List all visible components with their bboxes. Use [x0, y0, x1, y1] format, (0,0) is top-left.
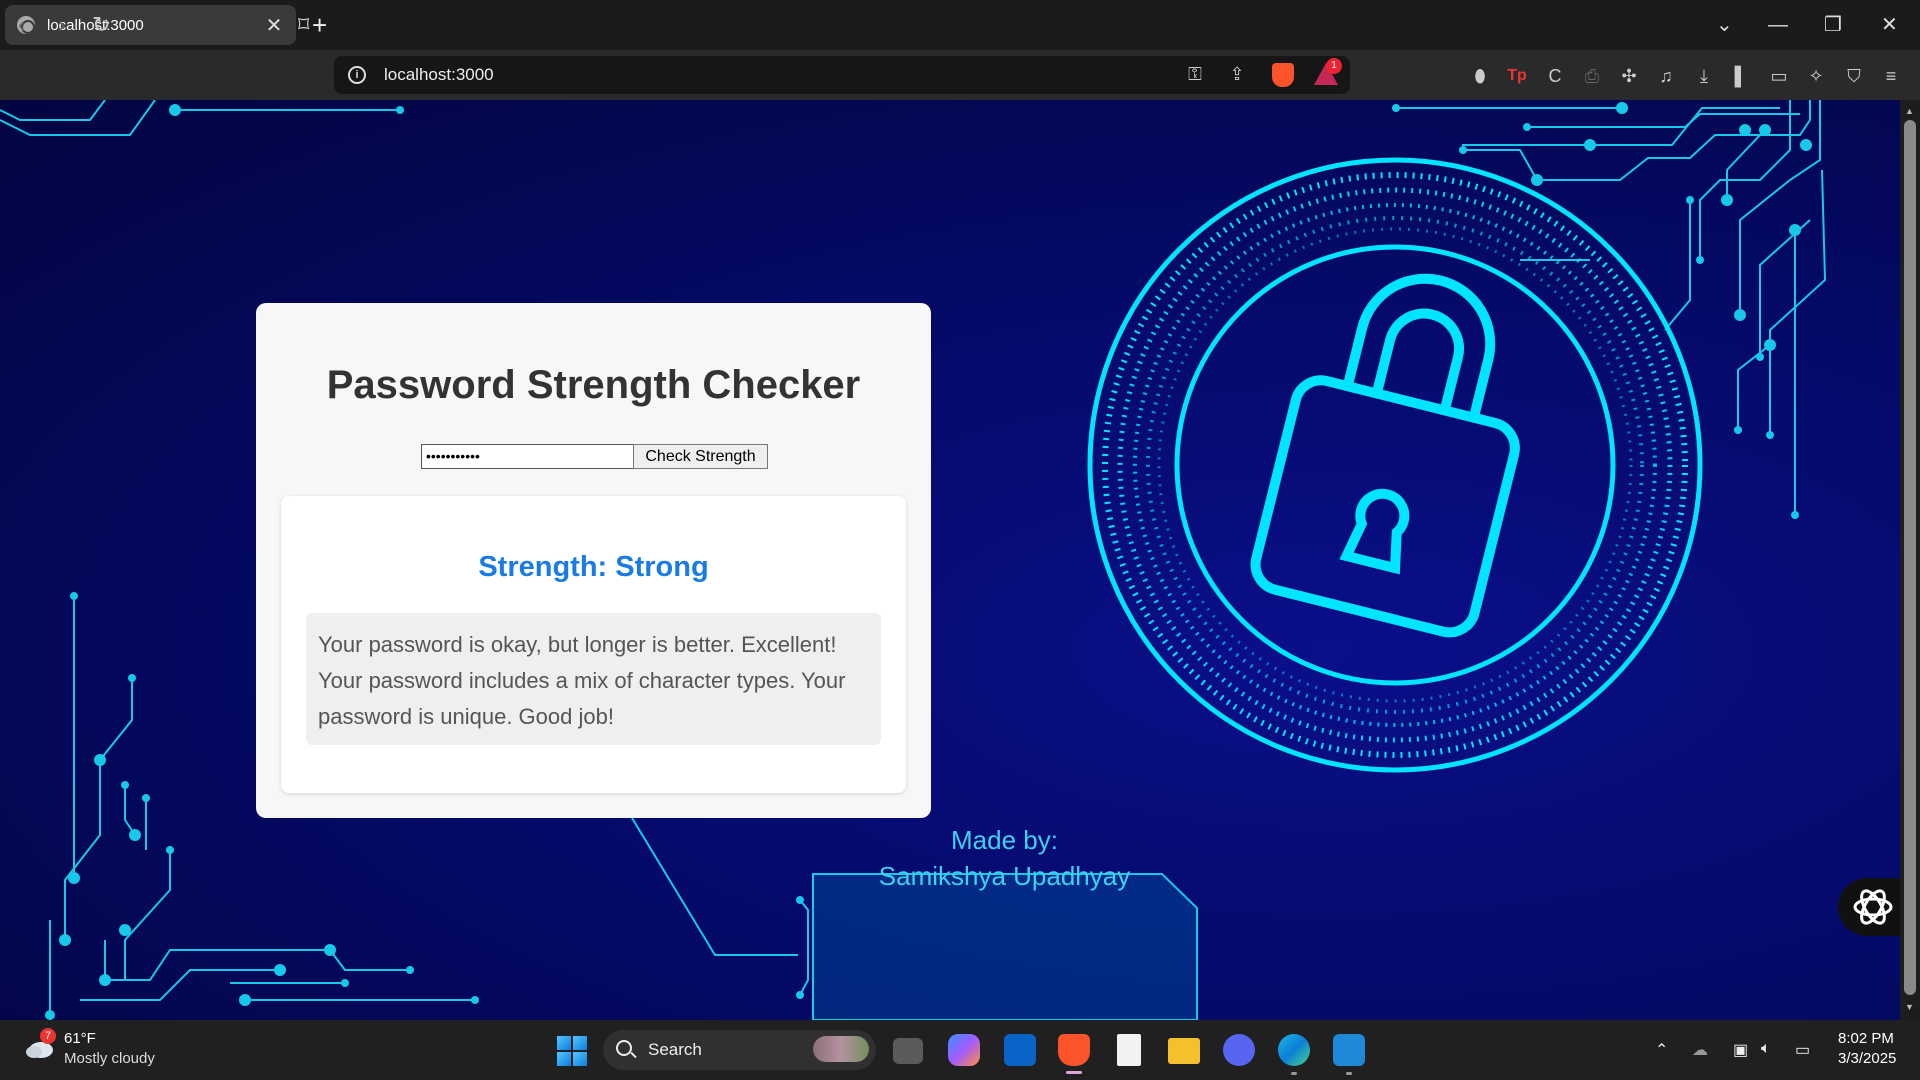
- battery-icon[interactable]: ▭: [1795, 1040, 1810, 1060]
- onedrive-icon[interactable]: ☁: [1692, 1040, 1708, 1060]
- scroll-thumb[interactable]: [1904, 120, 1916, 995]
- printer-icon[interactable]: ⎙: [1580, 64, 1604, 88]
- search-highlight-image: [813, 1036, 869, 1062]
- bookmark-button[interactable]: ⌑: [298, 12, 309, 38]
- vscode-icon[interactable]: [1333, 1034, 1365, 1066]
- share-icon[interactable]: ⇪: [1225, 64, 1249, 88]
- footer-author: Samikshya Upadhyay: [878, 861, 1131, 891]
- outlook-icon[interactable]: [1004, 1034, 1036, 1066]
- wallet-icon[interactable]: ▭: [1767, 64, 1791, 88]
- sidebar-icon[interactable]: ▌: [1729, 64, 1753, 88]
- password-input[interactable]: •••••••••••: [421, 444, 634, 469]
- close-window-button[interactable]: ✕: [1881, 10, 1898, 40]
- clock-date[interactable]: 3/3/2025: [1838, 1050, 1896, 1067]
- download-icon[interactable]: ⤓: [1692, 64, 1716, 88]
- copilot-icon[interactable]: [948, 1034, 980, 1066]
- rewards-badge: 1: [1326, 58, 1342, 74]
- brave-active-indicator: [1066, 1071, 1082, 1074]
- file-explorer-icon[interactable]: [1168, 1038, 1200, 1064]
- page-scrollbar[interactable]: ▲ ▼: [1900, 100, 1920, 1020]
- network-icon[interactable]: ▣: [1733, 1040, 1748, 1060]
- music-icon[interactable]: ♫: [1654, 64, 1678, 88]
- notepad-icon[interactable]: [1117, 1034, 1141, 1066]
- tab-close-button[interactable]: ✕: [264, 13, 284, 38]
- leo-ai-icon[interactable]: ✧: [1804, 64, 1828, 88]
- weather-description[interactable]: Mostly cloudy: [64, 1050, 155, 1067]
- page-title: Password Strength Checker: [326, 363, 861, 407]
- search-icon: [616, 1040, 632, 1056]
- edge-icon[interactable]: [1278, 1034, 1310, 1066]
- ai-assistant-button[interactable]: [1838, 878, 1900, 936]
- check-strength-button[interactable]: Check Strength: [633, 444, 768, 469]
- tab-title: localhost:3000: [47, 16, 144, 34]
- feedback-text: Your password is okay, but longer is bet…: [306, 613, 881, 745]
- result-panel: Strength: Strong Your password is okay, …: [281, 496, 906, 793]
- vscode-running-indicator: [1346, 1072, 1352, 1075]
- footer-credit: Made by: Samikshya Upadhyay: [812, 822, 1197, 894]
- edge-running-indicator: [1291, 1072, 1297, 1075]
- menu-icon[interactable]: ≡: [1879, 64, 1903, 88]
- weather-badge: 7: [40, 1028, 56, 1044]
- scroll-up-icon[interactable]: ▲: [1905, 106, 1914, 116]
- windows-start-icon[interactable]: [557, 1036, 587, 1066]
- tray-overflow-icon[interactable]: ⌃: [1655, 1040, 1668, 1060]
- forward-button[interactable]: ›: [58, 12, 65, 38]
- back-button[interactable]: ‹: [18, 12, 25, 38]
- reload-button[interactable]: ↻: [92, 12, 110, 38]
- tp-extension-icon[interactable]: Tp: [1505, 64, 1529, 88]
- vpn-icon[interactable]: ⛉: [1842, 64, 1866, 88]
- key-icon[interactable]: ⚿: [1183, 64, 1207, 88]
- tab-search-button[interactable]: ⌄: [1716, 10, 1733, 40]
- lock-emblem: [1087, 157, 1703, 773]
- discord-icon[interactable]: [1223, 1034, 1255, 1066]
- footer-made-by: Made by:: [951, 825, 1058, 855]
- extension-icon[interactable]: ⬮: [1468, 64, 1492, 88]
- c-extension-icon[interactable]: C: [1543, 64, 1567, 88]
- weather-temperature[interactable]: 61°F: [64, 1030, 96, 1047]
- browser-tab[interactable]: localhost:3000 ✕: [5, 5, 296, 45]
- puzzle-icon[interactable]: ✣: [1617, 64, 1641, 88]
- checker-card: Password Strength Checker ••••••••••• Ch…: [256, 303, 931, 818]
- scroll-down-icon[interactable]: ▼: [1905, 1002, 1914, 1012]
- brave-taskbar-icon[interactable]: [1058, 1034, 1090, 1066]
- clock-time[interactable]: 8:02 PM: [1838, 1030, 1894, 1047]
- browser-tab-bar: localhost:3000 ✕ + ⌄ — ❐ ✕: [0, 0, 1920, 50]
- brave-shields-icon[interactable]: [1272, 63, 1294, 87]
- strength-label: Strength: Strong: [478, 551, 709, 583]
- new-tab-button[interactable]: +: [312, 10, 327, 40]
- restore-button[interactable]: ❐: [1824, 10, 1842, 40]
- openai-icon: [1853, 889, 1893, 925]
- site-info-icon[interactable]: i: [348, 66, 366, 84]
- volume-icon[interactable]: 🔈︎: [1761, 1040, 1771, 1058]
- task-view-icon[interactable]: [893, 1038, 923, 1064]
- minimize-button[interactable]: —: [1768, 10, 1788, 40]
- taskbar-search-label[interactable]: Search: [648, 1040, 702, 1060]
